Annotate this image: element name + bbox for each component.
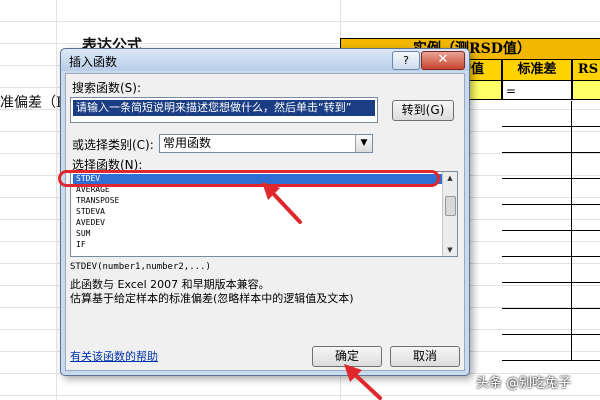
- arrow-icon: [262, 182, 302, 224]
- grid-cell[interactable]: [502, 283, 572, 309]
- column-gridline: [56, 0, 57, 400]
- header-rsd-cell[interactable]: RS: [572, 59, 600, 81]
- watermark: 头条 @别吃兔子: [476, 376, 572, 391]
- scrollbar-thumb[interactable]: [445, 196, 456, 216]
- grid-cell[interactable]: [502, 231, 572, 257]
- chevron-down-icon[interactable]: ▼: [355, 135, 372, 152]
- function-help-link[interactable]: 有关该函数的帮助: [70, 348, 158, 364]
- std-formula-cell[interactable]: =: [502, 80, 572, 100]
- grid-cell[interactable]: [572, 101, 600, 127]
- grid-cell[interactable]: [502, 309, 572, 335]
- grid-cell[interactable]: [572, 231, 600, 257]
- cancel-button[interactable]: 取消: [390, 346, 460, 367]
- scroll-down-icon[interactable]: ▼: [443, 244, 457, 256]
- help-button[interactable]: ?: [392, 51, 420, 70]
- go-button[interactable]: 转到(G): [392, 100, 454, 121]
- function-list-scrollbar[interactable]: ▲ ▼: [442, 172, 457, 256]
- function-item-sum[interactable]: SUM: [73, 229, 443, 239]
- close-button[interactable]: ✕: [421, 51, 465, 70]
- grid-cell[interactable]: [502, 153, 572, 179]
- grid-cell[interactable]: [502, 335, 572, 361]
- function-item-if[interactable]: IF: [73, 240, 443, 250]
- search-input-text: 请输入一条简短说明来描述您想做什么，然后单击“转到”: [73, 100, 375, 116]
- grid-cell[interactable]: [572, 127, 600, 153]
- dialog-titlebar[interactable]: 插入函数 ? ✕: [61, 49, 469, 71]
- data-grid: [502, 101, 600, 361]
- grid-cell[interactable]: [572, 309, 600, 335]
- category-value: 常用函数: [163, 136, 212, 150]
- dialog-title: 插入函数: [69, 55, 118, 69]
- search-label: 搜索函数(S):: [72, 81, 142, 95]
- function-description: 估算基于给定样本的标准偏差(忽略样本中的逻辑值及文本): [70, 292, 354, 305]
- grid-cell[interactable]: [572, 205, 600, 231]
- grid-cell[interactable]: [502, 127, 572, 153]
- grid-cell[interactable]: [502, 179, 572, 205]
- row-label[interactable]: 准偏差（R: [0, 92, 67, 112]
- header-std-cell[interactable]: 标准差: [502, 59, 572, 81]
- arrow-icon: [344, 364, 382, 400]
- grid-cell[interactable]: [572, 257, 600, 283]
- category-label: 或选择类别(C):: [72, 138, 154, 152]
- grid-cell[interactable]: [572, 335, 600, 361]
- scroll-up-icon[interactable]: ▲: [443, 172, 457, 184]
- function-syntax: STDEV(number1,number2,...): [70, 262, 211, 272]
- grid-cell[interactable]: [572, 283, 600, 309]
- search-input[interactable]: 请输入一条简短说明来描述您想做什么，然后单击“转到”: [70, 97, 378, 123]
- grid-cell[interactable]: [572, 153, 600, 179]
- grid-cell[interactable]: [502, 101, 572, 127]
- rsd-value-cell[interactable]: [572, 80, 600, 100]
- grid-cell[interactable]: [502, 205, 572, 231]
- grid-cell[interactable]: [502, 257, 572, 283]
- cell-equals-text: =: [506, 84, 517, 98]
- grid-cell[interactable]: [572, 179, 600, 205]
- category-select[interactable]: 常用函数 ▼: [159, 134, 373, 153]
- selection-highlight-ring: [58, 170, 440, 187]
